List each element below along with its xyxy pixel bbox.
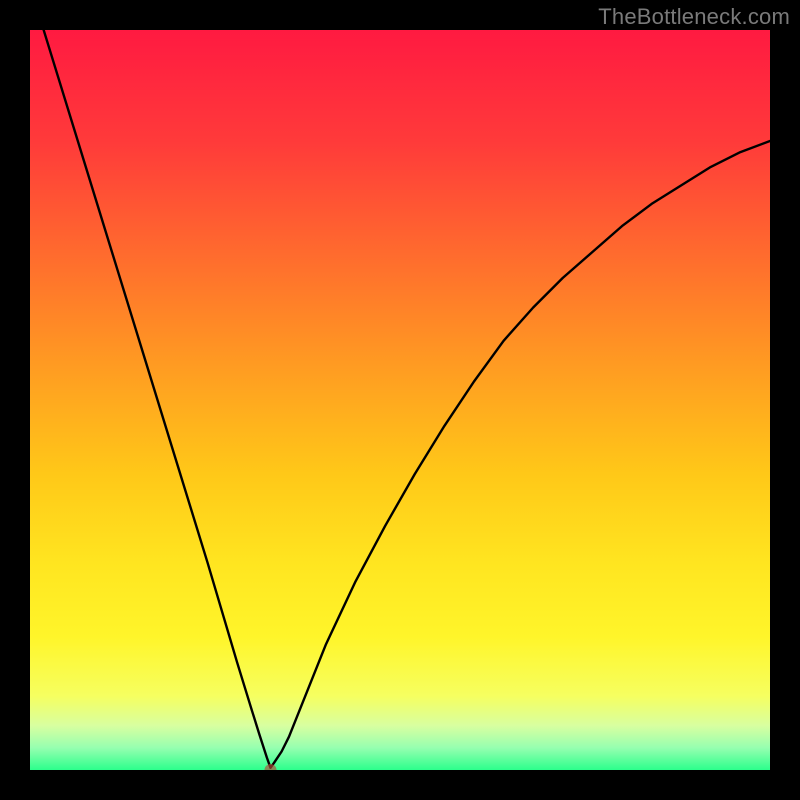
- watermark-text: TheBottleneck.com: [598, 4, 790, 30]
- chart-svg: [30, 30, 770, 770]
- chart-container: TheBottleneck.com: [0, 0, 800, 800]
- plot-area: [30, 30, 770, 770]
- gradient-background: [30, 30, 770, 770]
